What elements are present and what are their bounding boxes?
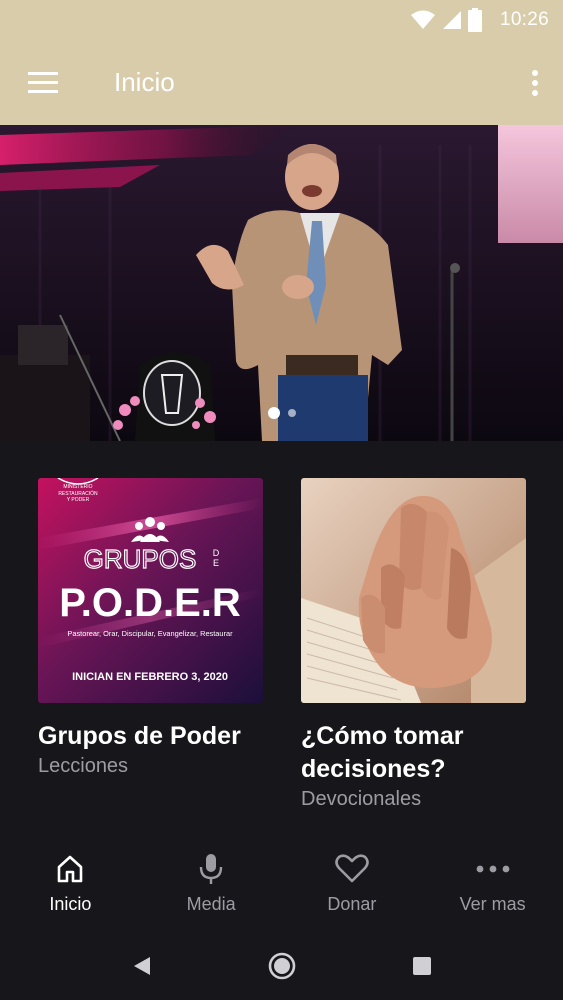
card-grupos-de-poder[interactable]: MINISTERIO RESTAURACIÓN Y PODER GRUPOS D… bbox=[38, 478, 263, 811]
nav-item-inicio[interactable]: Inicio bbox=[0, 840, 141, 932]
card-subtitle: Lecciones bbox=[38, 755, 129, 777]
carousel-dot[interactable] bbox=[287, 409, 296, 417]
hamburger-menu-icon[interactable] bbox=[0, 40, 86, 125]
status-bar: 10:26 bbox=[0, 0, 563, 40]
card-subtitle: Devocionales bbox=[301, 788, 422, 810]
page-title: Inicio bbox=[114, 67, 175, 97]
nav-item-ver-mas[interactable]: Ver mas bbox=[422, 840, 563, 932]
praying-hands-image bbox=[301, 478, 526, 703]
system-navigation-bar bbox=[0, 932, 563, 1000]
nav-label: Inicio bbox=[49, 894, 92, 914]
more-vertical-icon[interactable] bbox=[507, 40, 563, 125]
svg-text:E: E bbox=[213, 558, 219, 568]
svg-text:INICIAN EN FEBRERO 3, 2020: INICIAN EN FEBRERO 3, 2020 bbox=[72, 671, 228, 683]
grupos-poster-image: MINISTERIO RESTAURACIÓN Y PODER GRUPOS D… bbox=[38, 478, 263, 703]
status-time: 10:26 bbox=[499, 9, 549, 30]
home-button-icon[interactable] bbox=[212, 936, 352, 996]
hero-carousel[interactable] bbox=[0, 125, 563, 441]
card-title[interactable]: Grupos de Poder bbox=[38, 720, 263, 753]
app-screen: 10:26 Inicio MINISTERIO RESTAURACIÓN Y P… bbox=[0, 0, 563, 1000]
svg-text:D: D bbox=[213, 548, 220, 558]
nav-label: Donar bbox=[327, 894, 377, 914]
content-cards: MINISTERIO RESTAURACIÓN Y PODER GRUPOS D… bbox=[38, 478, 526, 811]
home-icon bbox=[55, 852, 85, 886]
nav-label: Ver mas bbox=[459, 894, 526, 914]
battery-icon bbox=[467, 8, 482, 32]
svg-text:Pastorear, Orar, Discipular, E: Pastorear, Orar, Discipular, Evangelizar… bbox=[67, 629, 233, 638]
speaker-photo bbox=[0, 125, 563, 441]
carousel-dot-active[interactable] bbox=[267, 407, 280, 419]
app-bar: Inicio bbox=[0, 40, 563, 125]
more-horizontal-icon bbox=[476, 852, 510, 886]
card-image[interactable] bbox=[301, 478, 526, 703]
card-poster[interactable]: MINISTERIO RESTAURACIÓN Y PODER GRUPOS D… bbox=[38, 478, 263, 703]
back-icon[interactable] bbox=[72, 936, 212, 996]
card-como-tomar-decisiones[interactable]: ¿Cómo tomar decisiones? Devocionales bbox=[301, 478, 526, 811]
recents-icon[interactable] bbox=[352, 936, 492, 996]
wifi-icon bbox=[410, 10, 436, 30]
svg-text:MINISTERIO: MINISTERIO bbox=[63, 484, 92, 490]
carousel-indicator bbox=[0, 407, 563, 419]
bottom-navigation: Inicio Media Donar Ver mas bbox=[0, 840, 563, 932]
svg-text:P.O.D.E.R: P.O.D.E.R bbox=[59, 581, 241, 625]
heart-icon bbox=[335, 852, 369, 886]
svg-text:GRUPOS: GRUPOS bbox=[84, 544, 197, 574]
svg-text:RESTAURACIÓN: RESTAURACIÓN bbox=[58, 490, 98, 497]
nav-item-donar[interactable]: Donar bbox=[282, 840, 423, 932]
nav-item-media[interactable]: Media bbox=[141, 840, 282, 932]
svg-text:Y PODER: Y PODER bbox=[67, 497, 90, 503]
microphone-icon bbox=[199, 852, 223, 886]
nav-label: Media bbox=[186, 894, 236, 914]
cell-signal-icon bbox=[442, 10, 462, 30]
card-title[interactable]: ¿Cómo tomar decisiones? bbox=[301, 720, 526, 786]
